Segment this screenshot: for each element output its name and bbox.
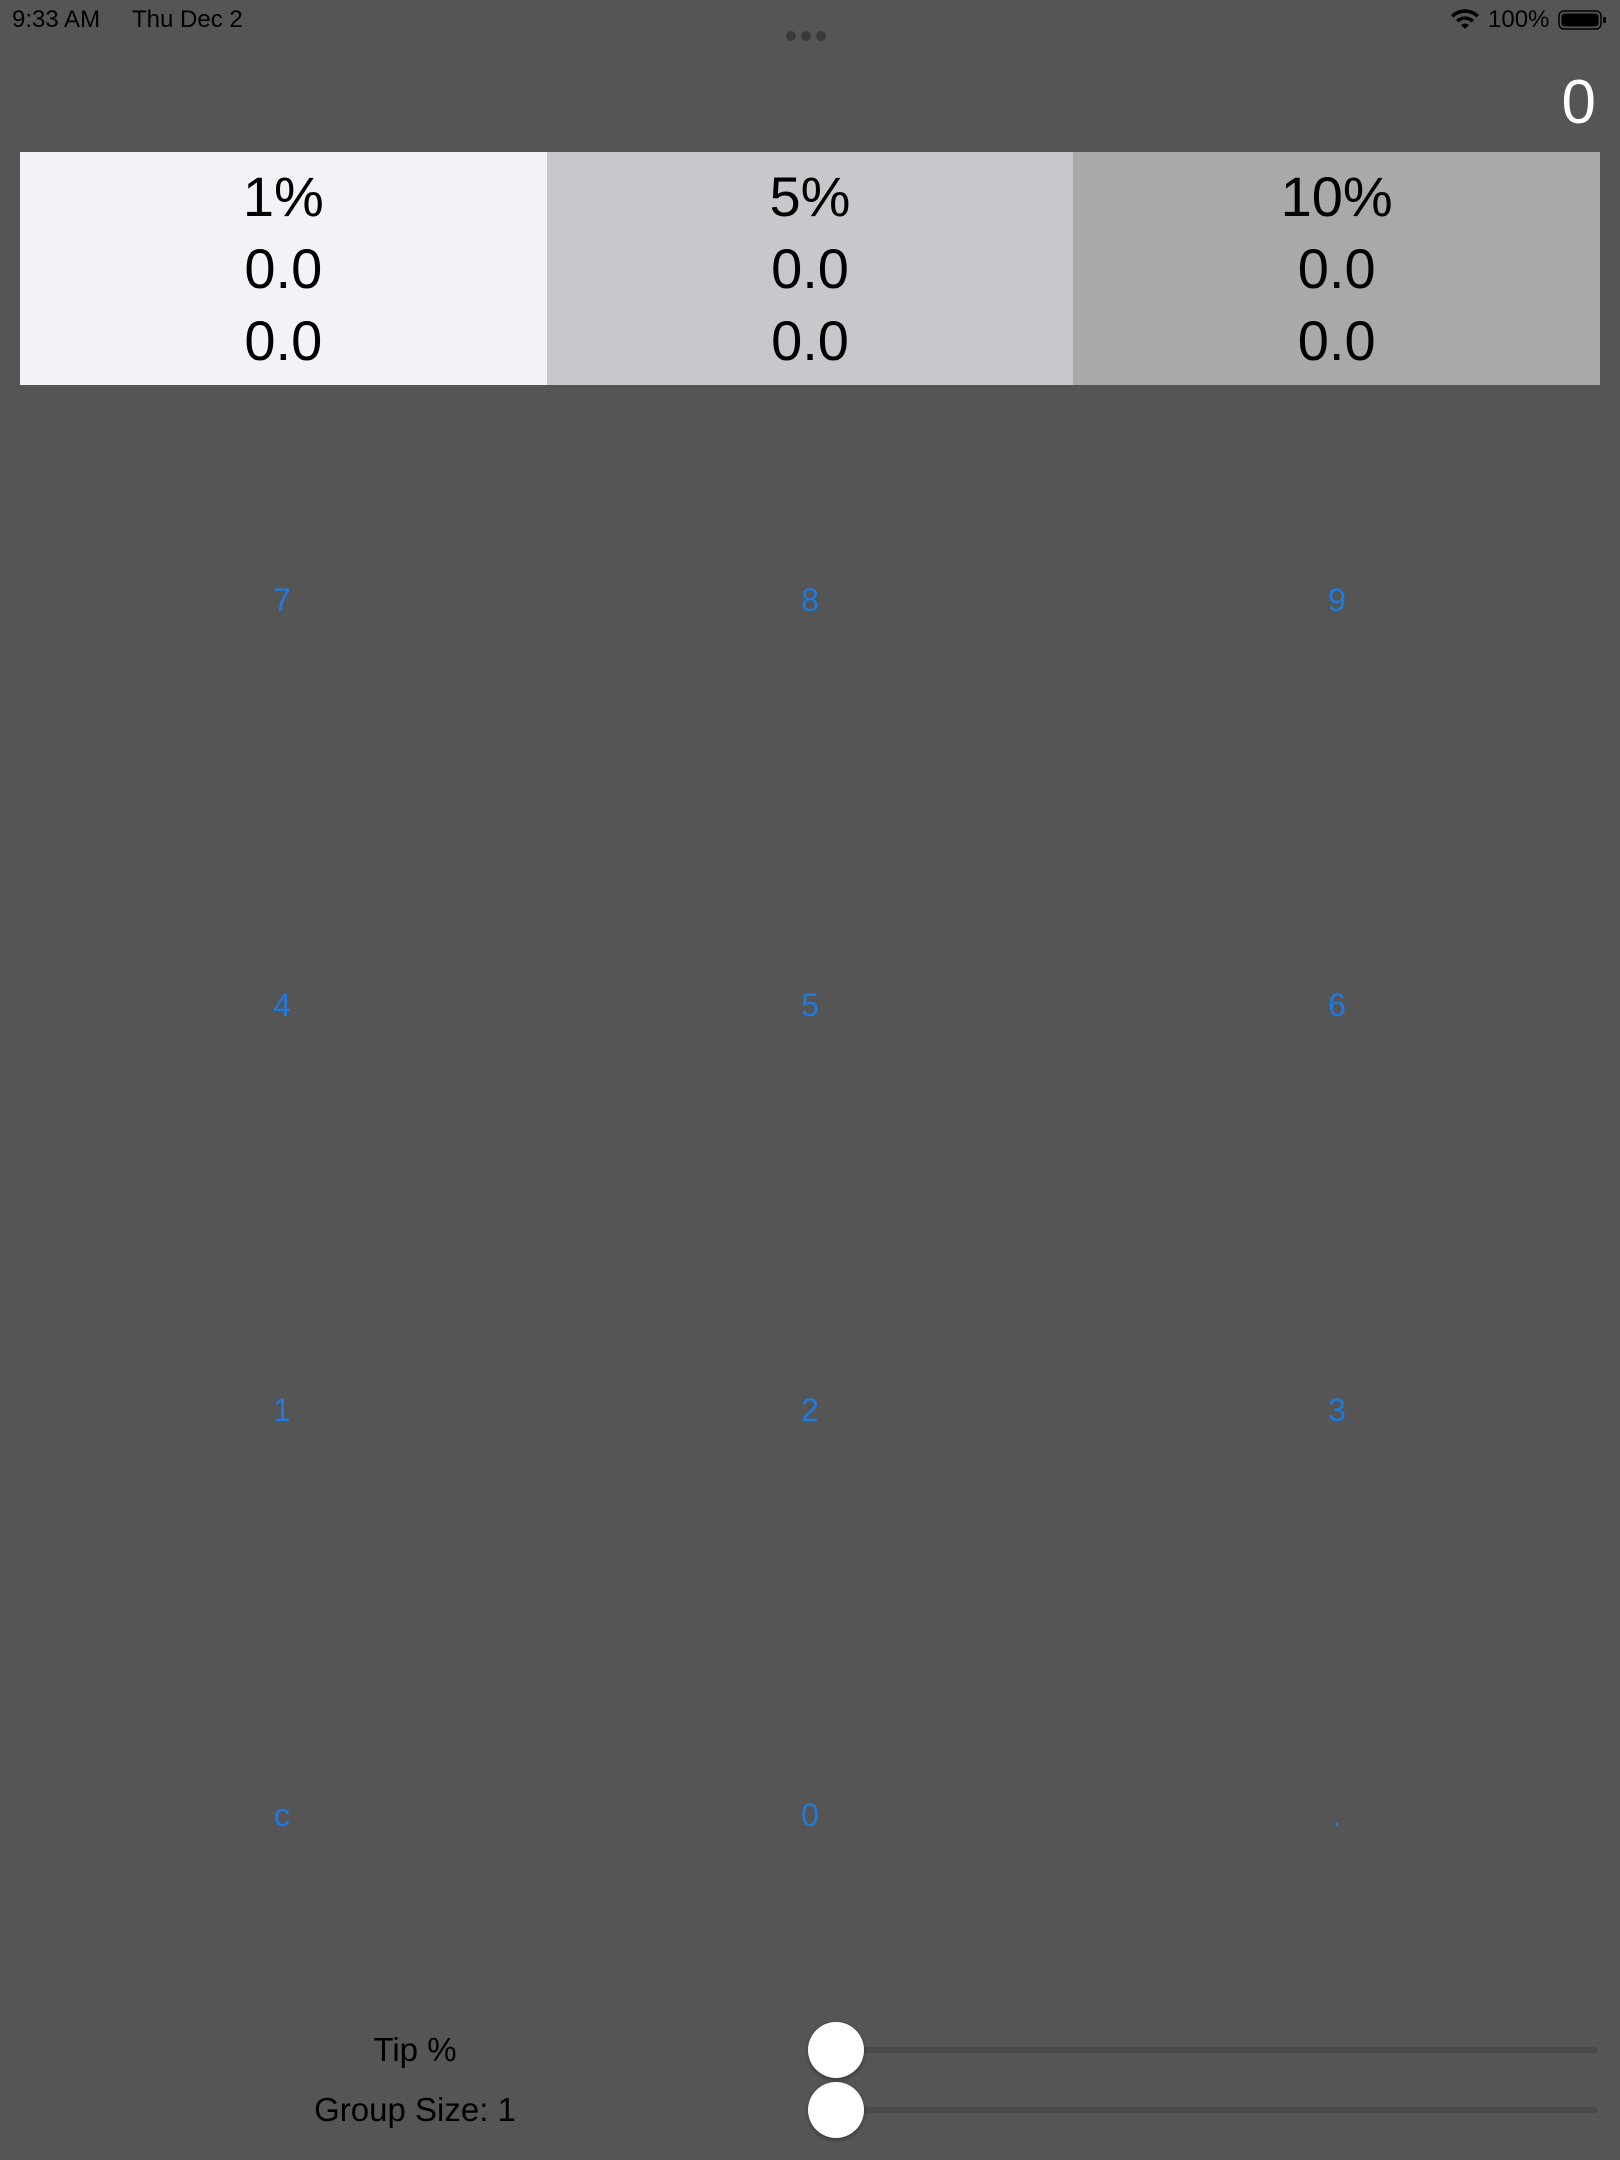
tip-column-1: 1% 0.0 0.0 [20, 152, 547, 385]
status-date: Thu Dec 2 [132, 6, 243, 33]
status-bar: 9:33 AM Thu Dec 2 100% [0, 0, 1620, 41]
key-6-button[interactable]: 6 [1187, 905, 1487, 1105]
tip-amount: 0.0 [244, 236, 323, 300]
amount-display: 0 [1561, 68, 1596, 137]
battery-percentage: 100% [1488, 6, 1550, 33]
key-9-button[interactable]: 9 [1187, 500, 1487, 700]
tip-amount: 0.0 [771, 236, 849, 300]
multitask-dots-icon[interactable] [786, 20, 834, 41]
key-8-button[interactable]: 8 [660, 500, 960, 700]
tip-percent-label: 1% [242, 164, 324, 228]
key-0-button[interactable]: 0 [660, 1715, 960, 1915]
status-time: 9:33 AM [12, 6, 101, 33]
tip-slider-track[interactable] [836, 2047, 1598, 2053]
battery-icon [1558, 10, 1606, 30]
total-amount: 0.0 [771, 309, 849, 373]
keypad: 7 8 9 4 5 6 1 2 3 c 0 . [0, 400, 1620, 2010]
tip-column-5: 5% 0.0 0.0 [546, 152, 1074, 385]
tip-column-10: 10% 0.0 0.0 [1073, 152, 1601, 385]
tip-percent-label: 10% [1280, 164, 1393, 228]
key-4-button[interactable]: 4 [132, 905, 432, 1105]
group-size-slider-track[interactable] [836, 2107, 1598, 2113]
tip-slider-label: Tip % [373, 2031, 457, 2068]
tip-percent-label: 5% [769, 164, 851, 228]
total-amount: 0.0 [1297, 309, 1376, 373]
key-7-button[interactable]: 7 [132, 500, 432, 700]
key-2-button[interactable]: 2 [660, 1310, 960, 1510]
group-size-slider-label: Group Size: 1 [314, 2091, 516, 2128]
total-amount: 0.0 [244, 309, 323, 373]
tip-slider-row: Tip % [0, 2020, 1620, 2080]
decimal-point-button[interactable]: . [1187, 1715, 1487, 1915]
tip-slider-thumb[interactable] [808, 2022, 864, 2078]
group-size-slider-row: Group Size: 1 [0, 2080, 1620, 2140]
tip-table: 1% 0.0 0.0 5% 0.0 0.0 10% 0.0 0.0 [20, 152, 1601, 385]
tip-amount: 0.0 [1297, 236, 1376, 300]
key-3-button[interactable]: 3 [1187, 1310, 1487, 1510]
group-size-slider-thumb[interactable] [808, 2082, 864, 2138]
key-5-button[interactable]: 5 [660, 905, 960, 1105]
wifi-icon [1451, 9, 1479, 29]
clear-button[interactable]: c [132, 1715, 432, 1915]
key-1-button[interactable]: 1 [132, 1310, 432, 1510]
